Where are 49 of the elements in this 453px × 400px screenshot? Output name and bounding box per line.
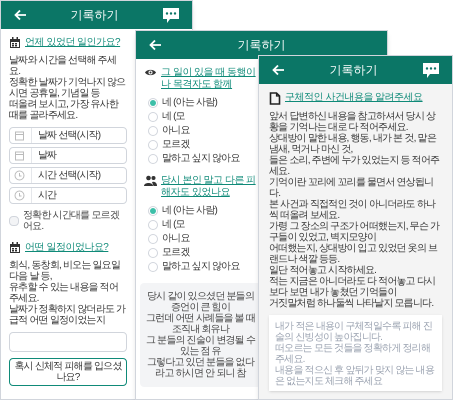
checkbox-option[interactable]: 정확한 시간대를 모르겠어요. <box>9 210 127 232</box>
clock-icon <box>14 190 25 201</box>
document-icon <box>269 92 281 105</box>
note-text: 당시 같이 있으셨던 분들의 증언이 큰 힘이 그런데 어떤 사례들을 볼 때 조직내 회유나 그 분들의 진술이 변경될 수 있는 점 유 그렇다고 있던 분들을 없다라고 하시면 안 되니 참 <box>144 291 256 379</box>
story-text-area[interactable]: 내가 적은 내용이 구체적일수록 피해 진술의 신빙성이 높아집니다. 떠오르는 모든 것들을 정확하게 정리해 주세요. 내용을 적으신 후 앞뒤가 맞지 않는 내용은 없는지도 체크해 주세요 <box>269 315 442 391</box>
time-picker[interactable]: 시간 선택(시작) <box>9 167 127 184</box>
calendar-icon <box>9 37 21 49</box>
back-button[interactable] <box>13 8 27 22</box>
back-arrow-icon <box>271 63 285 77</box>
radio-option[interactable]: 말하고 싶지 않아요 <box>148 261 256 273</box>
chat-button[interactable] <box>162 6 180 24</box>
eye-icon <box>144 67 157 78</box>
radio-option[interactable]: 네 (아는 사람) <box>148 97 256 109</box>
physical-harm-button[interactable]: 혹시 신체적 피해를 입으셨나요? <box>9 358 127 386</box>
radio-option[interactable]: 아니요 <box>148 233 256 245</box>
section-heading-link[interactable]: 당시 본인 말고 다른 피해자도 있었나요 <box>161 175 256 199</box>
section-heading-link[interactable]: 어떤 일정이었나요? <box>25 242 108 254</box>
calendar-icon <box>14 130 25 141</box>
section-heading-link[interactable]: 구체적인 사건내용을 알려주세요 <box>285 92 423 104</box>
back-arrow-icon <box>148 38 162 52</box>
people-icon <box>144 175 157 186</box>
date-picker[interactable]: 날짜 <box>9 147 127 164</box>
instruction-text: 앞서 답변하신 내용을 참고하셔서 당시 상황을 기억나는 대로 다 적어주세요. 상대방이 말한 내용, 행동, 내가 본 것, 맡은 냄새, 먹거나 마신 것, 들은 소리, 주변에 누가 있었는지 등 적어주세요. 기억이란 꼬리에 꼬리를 물면서 연상됩니다. 본 사건과 직접적인 것이 아니더라도 하나씩 떠올려 보세요. 가령 그 장소의 구조가 어떠했는지, 무슨 가구들이 있었고, 벽지모양이 어떠했는지, 상대방이 입고 있었던 옷의 브랜드나 색깔 등등. 일단 적어놓고 시작하세요. 적는 지금은 아니더라도 다 적어놓고 다시 보다 보면 내가 놓쳤던 기억들이 거짓말처럼 하나둘씩 나타날지 모릅니다. <box>269 111 441 309</box>
radio-option[interactable]: 말하고 싶지 않아요 <box>148 153 256 165</box>
back-button[interactable] <box>148 38 162 52</box>
radio-option[interactable]: 모르겠 <box>148 139 256 151</box>
chat-bubble-icon <box>162 6 180 24</box>
section-heading-link[interactable]: 그 일이 있을 때 동행이나 목격자도 함께 <box>161 67 256 91</box>
screen-title: 기록하기 <box>236 37 286 54</box>
radio-option[interactable]: 아니요 <box>148 125 256 137</box>
radio-option[interactable]: 네 (모 <box>148 219 256 231</box>
back-button[interactable] <box>271 63 285 77</box>
instruction-text: 날짜와 시간을 선택해 주세요. 정확한 날짜가 기억나지 않으시면 공휴일, 기념일 등 떠올려 보시고, 가장 유사한 때를 골라주세요. <box>9 55 126 121</box>
screen-title: 기록하기 <box>328 62 378 79</box>
back-arrow-icon <box>13 8 27 22</box>
date-picker[interactable]: 날짜 선택(시작) <box>9 127 127 144</box>
clock-icon <box>14 170 25 181</box>
instruction-text: 회식, 동창회, 비오는 일요일 다음 날 등, 유추할 수 있는 내용을 적어주세요. 날짜가 정확하지 않더라도 가급적 어떤 일정이었는지 <box>9 260 127 326</box>
text-input-field[interactable] <box>9 332 127 352</box>
chat-bubble-icon <box>422 62 440 78</box>
screen-title: 기록하기 <box>70 7 120 24</box>
radio-option[interactable]: 모르겠 <box>148 247 256 259</box>
time-picker[interactable]: 시간 <box>9 187 127 204</box>
calendar-icon <box>14 150 25 161</box>
radio-option[interactable]: 네 (아는 사람) <box>148 205 256 217</box>
chat-button[interactable] <box>422 62 440 78</box>
radio-option[interactable]: 네 (모 <box>148 111 256 123</box>
section-heading-link[interactable]: 언제 있었던 일인가요? <box>25 37 120 49</box>
calendar-icon <box>9 242 21 254</box>
